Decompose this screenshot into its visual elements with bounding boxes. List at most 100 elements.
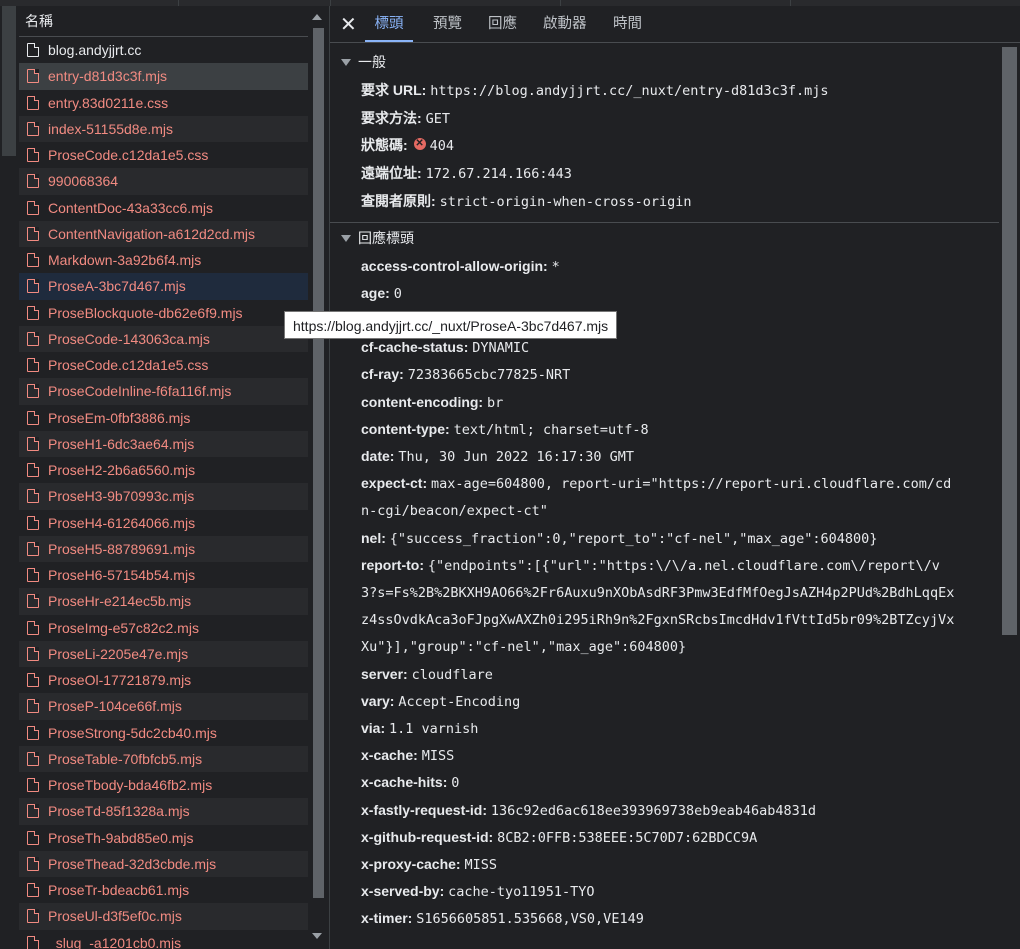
- tab-timing[interactable]: 時間: [613, 6, 642, 42]
- request-row[interactable]: ProseCode.c12da1e5.css: [19, 352, 308, 378]
- header-row[interactable]: x-timer: S1656605851.535668,VS0,VE149: [330, 905, 976, 932]
- request-row[interactable]: ProseCode-143063ca.mjs: [19, 325, 308, 352]
- header-row[interactable]: cf-ray: 72383665cbc77825-NRT: [330, 361, 976, 388]
- header-row[interactable]: vary: Accept-Encoding: [330, 688, 976, 715]
- close-icon[interactable]: ✕: [340, 12, 357, 37]
- header-row[interactable]: 要求 URL: https://blog.andyjjrt.cc/_nuxt/e…: [330, 77, 1020, 105]
- header-row[interactable]: content-encoding: br: [330, 389, 976, 416]
- header-row[interactable]: x-github-request-id: 8CB2:0FFB:538EEE:5C…: [330, 824, 976, 851]
- request-row[interactable]: ProseH3-9b70993c.mjs: [19, 483, 308, 510]
- request-row[interactable]: _slug_-a1201cb0.mjs: [19, 930, 308, 949]
- request-row[interactable]: ProseLi-2205e47e.mjs: [19, 640, 308, 667]
- header-row[interactable]: server: cloudflare: [330, 661, 976, 688]
- header-row[interactable]: 狀態碼: ✕ 404: [330, 132, 1020, 160]
- request-row[interactable]: ContentDoc-43a33cc6.mjs: [19, 195, 308, 221]
- request-row[interactable]: ProseTbody-bda46fb2.mjs: [19, 772, 308, 798]
- header-key: x-timer:: [361, 910, 413, 927]
- request-row[interactable]: 990068364: [19, 168, 308, 195]
- file-icon: [27, 541, 39, 556]
- request-row[interactable]: entry.83d0211e.css: [19, 90, 308, 116]
- header-value: strict-origin-when-cross-origin: [439, 193, 692, 210]
- request-list-scrollbar[interactable]: [308, 6, 330, 949]
- header-row[interactable]: content-type: text/html; charset=utf-8: [330, 416, 976, 443]
- request-row[interactable]: ProseTd-85f1328a.mjs: [19, 798, 308, 825]
- header-row[interactable]: age: 0: [330, 280, 976, 307]
- request-list-scrollbar-thumb[interactable]: [313, 28, 324, 898]
- file-icon: [27, 804, 39, 819]
- request-name: entry-d81d3c3f.mjs: [48, 68, 168, 85]
- request-row[interactable]: ProseH1-6dc3ae64.mjs: [19, 430, 308, 457]
- request-row[interactable]: ProseCodeInline-f6fa116f.mjs: [19, 378, 308, 405]
- response-headers-section-header[interactable]: 回應標頭: [330, 223, 1020, 253]
- outer-scrollbar-thumb[interactable]: [2, 6, 16, 156]
- request-row[interactable]: ProseEm-0fbf3886.mjs: [19, 405, 308, 431]
- tab-preview[interactable]: 預覽: [433, 6, 462, 42]
- request-row[interactable]: entry-d81d3c3f.mjs: [19, 63, 308, 90]
- scroll-up-arrow-icon[interactable]: [312, 14, 322, 20]
- scroll-down-arrow-icon[interactable]: [312, 933, 322, 939]
- request-row[interactable]: ProseThead-32d3cbde.mjs: [19, 850, 308, 877]
- header-key: 狀態碼:: [361, 137, 408, 154]
- header-row[interactable]: access-control-allow-origin: *: [330, 253, 976, 280]
- request-row[interactable]: index-51155d8e.mjs: [19, 115, 308, 142]
- name-column-header[interactable]: 名稱: [19, 6, 308, 37]
- header-value: 136c92ed6ac618ee393969738eb9eab46ab4831d: [490, 802, 817, 819]
- tab-initiator[interactable]: 啟動器: [543, 6, 587, 42]
- header-row[interactable]: report-to: {"endpoints":[{"url":"https:\…: [330, 552, 976, 661]
- header-row[interactable]: nel: {"success_fraction":0,"report_to":"…: [330, 525, 976, 552]
- request-name: ProseP-104ce66f.mjs: [48, 698, 182, 715]
- header-row[interactable]: 查閱者原則: strict-origin-when-cross-origin: [330, 188, 1020, 216]
- header-row[interactable]: expect-ct: max-age=604800, report-uri="h…: [330, 470, 976, 524]
- request-row[interactable]: ProseTh-9abd85e0.mjs: [19, 825, 308, 851]
- header-row[interactable]: 遠端位址: 172.67.214.166:443: [330, 160, 1020, 188]
- header-row[interactable]: x-fastly-request-id: 136c92ed6ac618ee393…: [330, 797, 976, 824]
- request-row[interactable]: ProseA-3bc7d467.mjs: [19, 273, 308, 300]
- request-name: ProseCode.c12da1e5.css: [48, 357, 209, 373]
- response-headers-section-title: 回應標頭: [358, 229, 414, 246]
- header-key: via:: [361, 719, 386, 736]
- request-row[interactable]: ProseStrong-5dc2cb40.mjs: [19, 720, 308, 746]
- request-name: ProseLi-2205e47e.mjs: [48, 645, 189, 662]
- request-name: ProseImg-e57c82c2.mjs: [48, 619, 199, 636]
- request-row[interactable]: ProseH4-61264066.mjs: [19, 510, 308, 536]
- details-scrollbar-thumb[interactable]: [1002, 47, 1017, 635]
- header-row[interactable]: x-served-by: cache-tyo11951-TYO: [330, 878, 976, 905]
- request-name: ProseH1-6dc3ae64.mjs: [48, 435, 195, 452]
- request-row[interactable]: blog.andyjjrt.cc: [19, 37, 308, 63]
- request-row[interactable]: ProseTable-70fbfcb5.mjs: [19, 745, 308, 772]
- request-row[interactable]: ProseImg-e57c82c2.mjs: [19, 615, 308, 641]
- request-row[interactable]: ProseH6-57154b54.mjs: [19, 562, 308, 588]
- header-row[interactable]: date: Thu, 30 Jun 2022 16:17:30 GMT: [330, 443, 976, 470]
- request-name: ProseTd-85f1328a.mjs: [48, 803, 190, 820]
- request-row[interactable]: Markdown-3a92b6f4.mjs: [19, 247, 308, 273]
- request-row[interactable]: ProseCode.c12da1e5.css: [19, 142, 308, 168]
- header-key: content-type:: [361, 420, 450, 437]
- request-row[interactable]: ProseH5-88789691.mjs: [19, 535, 308, 562]
- request-row[interactable]: ProseHr-e214ec5b.mjs: [19, 588, 308, 615]
- general-section-header[interactable]: 一般: [330, 47, 1020, 77]
- request-row[interactable]: ProseBlockquote-db62e6f9.mjs: [19, 300, 308, 326]
- header-key: date:: [361, 447, 395, 464]
- header-row[interactable]: 要求方法: GET: [330, 105, 1020, 133]
- header-key: x-cache:: [361, 747, 418, 764]
- header-value: 1.1 varnish: [389, 720, 479, 737]
- request-row[interactable]: ProseUl-d3f5ef0c.mjs: [19, 903, 308, 930]
- header-row[interactable]: x-proxy-cache: MISS: [330, 851, 976, 878]
- request-row[interactable]: ProseTr-bdeacb61.mjs: [19, 877, 308, 903]
- header-key: 遠端位址:: [361, 165, 422, 182]
- request-row[interactable]: ProseOl-17721879.mjs: [19, 667, 308, 693]
- tab-response[interactable]: 回應: [488, 6, 517, 42]
- expand-triangle-icon: [341, 59, 351, 66]
- request-row[interactable]: ContentNavigation-a612d2cd.mjs: [19, 220, 308, 247]
- header-value: 172.67.214.166:443: [425, 166, 572, 183]
- details-scrollbar[interactable]: [999, 47, 1020, 949]
- header-row[interactable]: via: 1.1 varnish: [330, 715, 976, 742]
- request-row[interactable]: ProseH2-2b6a6560.mjs: [19, 457, 308, 483]
- request-name: ProseHr-e214ec5b.mjs: [48, 593, 192, 610]
- tab-headers[interactable]: 標頭: [365, 6, 413, 42]
- request-row[interactable]: ProseP-104ce66f.mjs: [19, 693, 308, 720]
- file-icon: [27, 620, 39, 635]
- outer-left-scrollbar[interactable]: [0, 6, 19, 949]
- header-row[interactable]: x-cache-hits: 0: [330, 769, 976, 796]
- header-row[interactable]: x-cache: MISS: [330, 742, 976, 769]
